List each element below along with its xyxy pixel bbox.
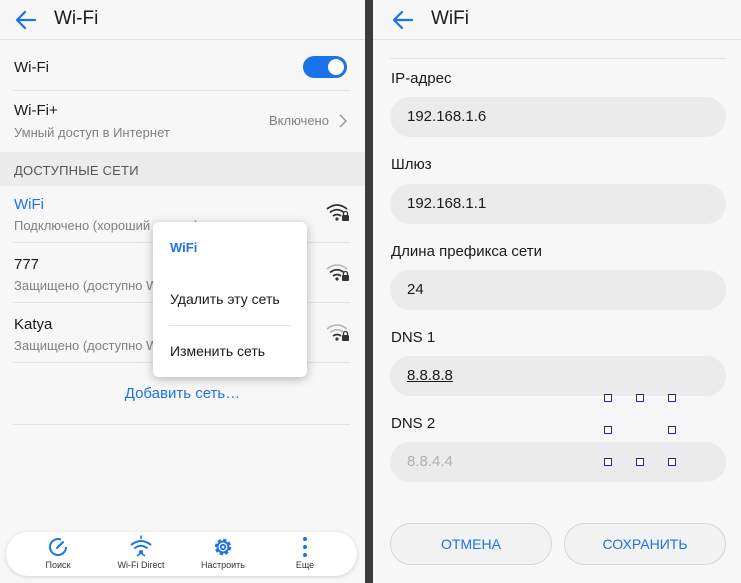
scan-button[interactable]: Поиск	[14, 532, 102, 576]
configure-button[interactable]: Настроить	[179, 532, 267, 576]
network-context-menu: WiFi Удалить эту сеть Изменить сеть	[153, 222, 307, 377]
more-vertical-icon	[303, 537, 307, 557]
nav-label: Настроить	[201, 560, 245, 570]
dns1-value: 8.8.8.8	[407, 367, 453, 384]
nav-label: Поиск	[45, 560, 71, 570]
network-name: Katya	[14, 316, 53, 333]
prefix-length-label: Длина префикса сети	[391, 243, 542, 260]
nav-label: Еще	[295, 560, 315, 570]
wifi-secured-icon	[326, 264, 349, 281]
menu-divider	[169, 325, 291, 326]
wifi-secured-icon	[326, 324, 349, 341]
gear-icon	[214, 538, 232, 556]
selection-handle[interactable]	[668, 394, 676, 402]
dns1-field[interactable]: 8.8.8.8	[390, 356, 726, 396]
app-bar: Wi-Fi	[0, 0, 365, 40]
dns2-label: DNS 2	[391, 415, 436, 432]
divider	[390, 58, 726, 59]
network-edit-screen: WiFi IP-адрес 192.168.1.6 Шлюз 192.168.1…	[373, 0, 741, 583]
wifi-toggle[interactable]	[303, 56, 347, 78]
page-title: WiFi	[431, 8, 469, 29]
ip-address-field[interactable]: 192.168.1.6	[390, 97, 726, 137]
toggle-knob	[328, 59, 344, 75]
prefix-length-field[interactable]: 24	[390, 270, 726, 310]
selection-handle[interactable]	[636, 394, 644, 402]
cancel-button[interactable]: ОТМЕНА	[390, 523, 552, 565]
selection-handle[interactable]	[668, 458, 676, 466]
available-networks-header: ДОСТУПНЫЕ СЕТИ	[0, 152, 365, 186]
dns2-placeholder: 8.8.4.4	[407, 453, 453, 470]
save-button[interactable]: СОХРАНИТЬ	[564, 523, 726, 565]
selection-handle[interactable]	[668, 426, 676, 434]
nav-label: Wi-Fi Direct	[117, 560, 165, 570]
prefix-length-value: 24	[407, 281, 424, 298]
back-arrow-icon[interactable]	[12, 6, 40, 34]
forget-network-menu-item[interactable]: Удалить эту сеть	[170, 291, 280, 307]
gateway-value: 192.168.1.1	[407, 195, 487, 212]
wifi-toggle-label: Wi-Fi	[14, 59, 49, 76]
ip-address-label: IP-адрес	[391, 70, 452, 87]
page-title: Wi-Fi	[54, 8, 99, 29]
back-arrow-icon[interactable]	[389, 6, 417, 34]
gateway-label: Шлюз	[391, 156, 432, 173]
wifi-plus-subtitle: Умный доступ в Интернет	[14, 125, 170, 140]
screenshot-divider	[365, 0, 373, 583]
app-bar: WiFi	[373, 0, 741, 40]
gateway-field[interactable]: 192.168.1.1	[390, 184, 726, 224]
selection-handle[interactable]	[604, 394, 612, 402]
wifi-plus-value: Включено	[269, 113, 329, 128]
context-menu-title: WiFi	[170, 240, 198, 255]
more-button[interactable]: Еще	[261, 532, 349, 576]
wifi-settings-screen: Wi-Fi Wi-Fi Wi-Fi+ Умный доступ в Интерн…	[0, 0, 365, 583]
selection-handle[interactable]	[636, 458, 644, 466]
network-name: WiFi	[14, 196, 44, 213]
add-network-link[interactable]: Добавить сеть…	[0, 385, 365, 402]
wifi-direct-button[interactable]: Wi-Fi Direct	[97, 532, 185, 576]
ip-address-value: 192.168.1.6	[407, 108, 487, 125]
wifi-secured-icon	[326, 204, 349, 221]
dns1-label: DNS 1	[391, 329, 436, 346]
wifi-plus-label: Wi-Fi+	[14, 102, 58, 119]
divider	[13, 424, 350, 425]
network-name: 777	[14, 256, 40, 273]
selection-handle[interactable]	[604, 426, 612, 434]
selection-handle[interactable]	[604, 458, 612, 466]
modify-network-menu-item[interactable]: Изменить сеть	[170, 343, 265, 359]
bottom-navigation: Поиск Wi-Fi Direct Настроить Еще	[6, 532, 357, 576]
wifi-direct-icon	[130, 535, 152, 557]
section-header-label: ДОСТУПНЫЕ СЕТИ	[14, 163, 139, 178]
chevron-right-icon	[339, 114, 348, 128]
refresh-scan-icon	[49, 538, 67, 556]
